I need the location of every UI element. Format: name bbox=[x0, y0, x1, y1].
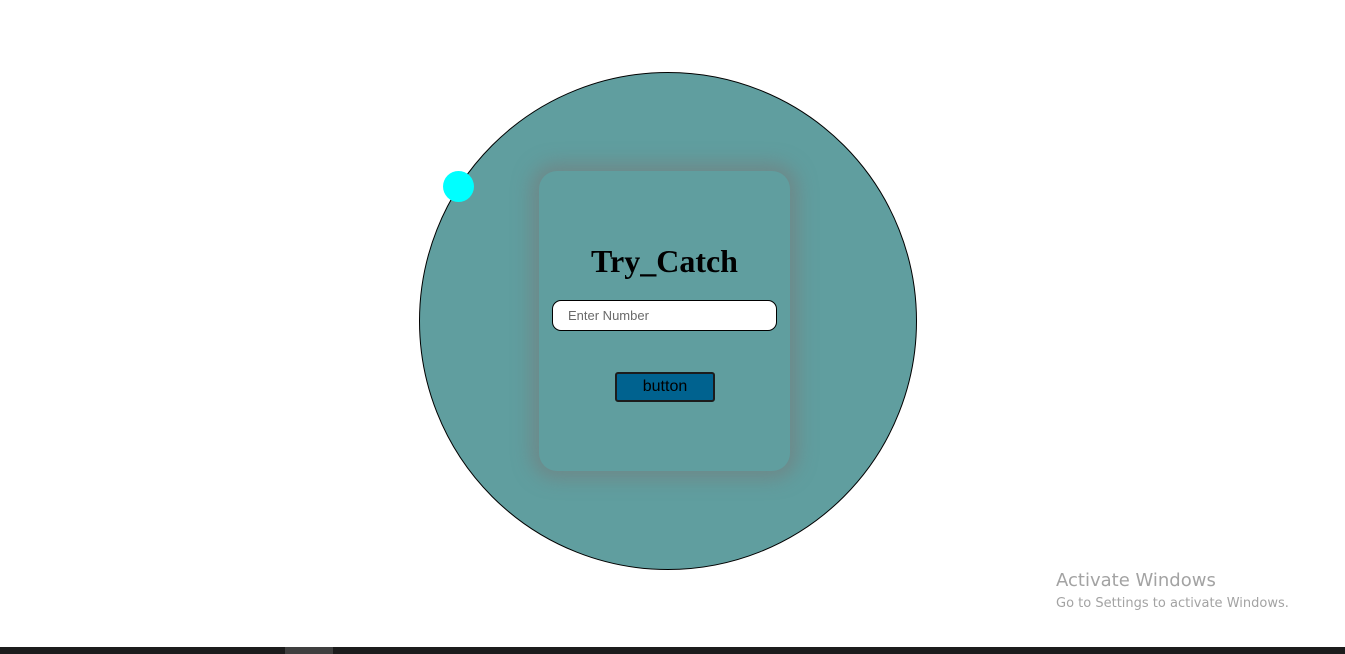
activate-windows-watermark: Activate Windows Go to Settings to activ… bbox=[1056, 570, 1289, 614]
taskbar-active-slot[interactable] bbox=[285, 647, 333, 654]
orbiting-dot bbox=[443, 171, 474, 202]
number-input[interactable] bbox=[552, 300, 777, 331]
taskbar bbox=[0, 647, 1345, 654]
try-catch-card: Try_Catch button bbox=[539, 171, 790, 471]
watermark-title: Activate Windows bbox=[1056, 570, 1216, 591]
watermark-subtitle: Go to Settings to activate Windows. bbox=[1056, 596, 1289, 611]
card-title: Try_Catch bbox=[591, 243, 738, 279]
page: Try_Catch button Activate Windows Go to … bbox=[0, 0, 1345, 654]
submit-button[interactable]: button bbox=[615, 372, 715, 402]
